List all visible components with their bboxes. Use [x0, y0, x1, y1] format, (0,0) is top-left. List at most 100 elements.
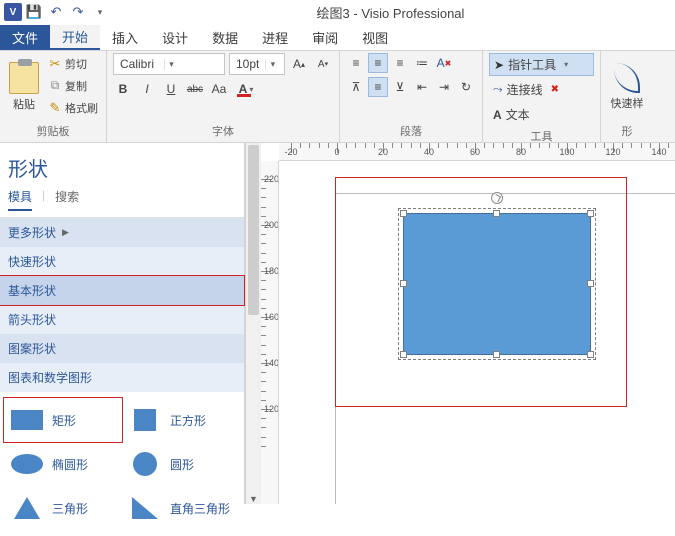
group-clipboard: 粘贴 ✂剪切 ⧉复制 ✎格式刷 剪贴板 [0, 51, 107, 142]
resize-handle-s[interactable] [493, 351, 500, 358]
bullets-button[interactable]: ≔ [412, 53, 432, 73]
redo-button[interactable]: ↷ [68, 2, 88, 22]
drawing-canvas[interactable] [279, 161, 675, 504]
change-case-button[interactable]: Aa [209, 79, 229, 99]
ribbon-tabs: 文件 开始 插入 设计 数据 进程 审阅 视图 [0, 25, 675, 51]
clear-format-button[interactable]: A✖ [434, 53, 454, 73]
shapes-scrollbar[interactable]: ▲ ▼ [245, 143, 261, 504]
shape-rectangle[interactable]: 矩形 [4, 398, 122, 442]
tab-review[interactable]: 审阅 [300, 25, 350, 50]
align-center-button[interactable]: ≡ [368, 53, 388, 73]
stencil-more-shapes[interactable]: 更多形状▶ [0, 218, 244, 247]
shape-gallery: 矩形 正方形 椭圆形 圆形 三角形 直角三角形 [0, 392, 244, 536]
shape-ellipse[interactable]: 椭圆形 [4, 442, 122, 486]
qat-customize[interactable]: ▾ [90, 2, 110, 22]
scroll-down-icon: ▼ [246, 494, 261, 504]
body: 形状 模具 | 搜索 更多形状▶ 快速形状 基本形状 箭头形状 图案形状 图表和… [0, 143, 675, 504]
shape-right-triangle[interactable]: 直角三角形 [122, 486, 240, 530]
clipboard-icon [9, 62, 39, 94]
tab-process[interactable]: 进程 [250, 25, 300, 50]
document-title: 绘图3 - Visio Professional [110, 3, 671, 22]
copy-icon: ⧉ [48, 79, 62, 93]
connector-icon: ⤳ [493, 82, 503, 97]
italic-button[interactable]: I [137, 79, 157, 99]
font-name-combo[interactable]: Calibri▾ [113, 53, 225, 75]
tab-data[interactable]: 数据 [200, 25, 250, 50]
ribbon: 粘贴 ✂剪切 ⧉复制 ✎格式刷 剪贴板 Calibri▾ 10pt▾ A▴ A▾… [0, 51, 675, 143]
resize-handle-e[interactable] [587, 280, 594, 287]
quick-access-toolbar: V 💾 ↶ ↷ ▾ [4, 2, 110, 22]
resize-handle-se[interactable] [587, 351, 594, 358]
circle-icon [133, 452, 157, 476]
indent-inc-button[interactable]: ⇥ [434, 77, 454, 97]
strike-button[interactable]: abc [185, 79, 205, 99]
cursor-icon: ➤ [494, 58, 504, 72]
align-left-button[interactable]: ≡ [346, 53, 366, 73]
bold-button[interactable]: B [113, 79, 133, 99]
tab-file[interactable]: 文件 [0, 25, 50, 50]
rotate-handle[interactable] [491, 192, 503, 204]
resize-handle-w[interactable] [400, 280, 407, 287]
resize-handle-sw[interactable] [400, 351, 407, 358]
tab-home[interactable]: 开始 [50, 25, 100, 50]
align-middle-button[interactable]: ≡ [368, 77, 388, 97]
align-top-button[interactable]: ⊼ [346, 77, 366, 97]
resize-handle-nw[interactable] [400, 210, 407, 217]
save-button[interactable]: 💾 [24, 2, 44, 22]
shape-triangle[interactable]: 三角形 [4, 486, 122, 530]
stencil-pattern-shapes[interactable]: 图案形状 [0, 334, 244, 363]
selected-rectangle-shape[interactable] [403, 213, 591, 355]
connector-tool-button[interactable]: ⤳连接线✖ [489, 78, 594, 101]
app-icon[interactable]: V [4, 3, 22, 21]
scroll-thumb[interactable] [248, 145, 259, 315]
format-painter-button[interactable]: ✎格式刷 [46, 97, 100, 118]
tab-insert[interactable]: 插入 [100, 25, 150, 50]
right-triangle-icon [132, 497, 158, 519]
indent-dec-button[interactable]: ⇤ [412, 77, 432, 97]
shapes-panel-title: 形状 [0, 143, 244, 188]
stencil-arrow-shapes[interactable]: 箭头形状 [0, 305, 244, 334]
shape-circle[interactable]: 圆形 [122, 442, 240, 486]
align-bottom-button[interactable]: ⊻ [390, 77, 410, 97]
font-size-combo[interactable]: 10pt▾ [229, 53, 285, 75]
grow-font-button[interactable]: A▴ [289, 54, 309, 74]
ellipse-icon [11, 454, 43, 474]
shape-square[interactable]: 正方形 [122, 398, 240, 442]
resize-handle-ne[interactable] [587, 210, 594, 217]
cut-button[interactable]: ✂剪切 [46, 53, 100, 74]
text-tool-button[interactable]: A文本 [489, 103, 594, 126]
underline-button[interactable]: U [161, 79, 181, 99]
stencil-basic-shapes[interactable]: 基本形状 [0, 276, 244, 305]
shapes-panel: 形状 模具 | 搜索 更多形状▶ 快速形状 基本形状 箭头形状 图案形状 图表和… [0, 143, 245, 504]
stencil-list: 更多形状▶ 快速形状 基本形状 箭头形状 图案形状 图表和数学图形 [0, 218, 244, 392]
copy-button[interactable]: ⧉复制 [46, 75, 100, 96]
tab-search[interactable]: 搜索 [55, 188, 79, 211]
stencil-chart-shapes[interactable]: 图表和数学图形 [0, 363, 244, 392]
quick-styles-button[interactable]: 快速样 [607, 63, 647, 111]
align-right-button[interactable]: ≡ [390, 53, 410, 73]
tab-design[interactable]: 设计 [150, 25, 200, 50]
resize-handle-n[interactable] [493, 210, 500, 217]
tab-stencils[interactable]: 模具 [8, 188, 32, 211]
rotate-text-button[interactable]: ↻ [456, 77, 476, 97]
scissors-icon: ✂ [48, 57, 62, 71]
group-paragraph-label: 段落 [346, 121, 476, 142]
chevron-down-icon: ▾ [164, 59, 178, 70]
group-font: Calibri▾ 10pt▾ A▴ A▾ B I U abc Aa A▾ 字体 [107, 51, 340, 142]
font-color-button[interactable]: A▾ [233, 79, 259, 99]
canvas-area: -20020406080100120140 220200180160140120 [261, 143, 675, 504]
tab-view[interactable]: 视图 [350, 25, 400, 50]
stencil-quick-shapes[interactable]: 快速形状 [0, 247, 244, 276]
group-shape-styles: 快速样 形 [601, 51, 653, 142]
group-tools: ➤指针工具▾ ⤳连接线✖ A文本 工具 [483, 51, 601, 142]
paste-button[interactable]: 粘贴 [6, 53, 42, 121]
brush-icon: ✎ [48, 101, 62, 115]
group-paragraph: ≡ ≡ ≡ ≔ A✖ ⊼ ≡ ⊻ ⇤ ⇥ ↻ 段落 [340, 51, 483, 142]
title-bar: V 💾 ↶ ↷ ▾ 绘图3 - Visio Professional [0, 0, 675, 25]
undo-button[interactable]: ↶ [46, 2, 66, 22]
rectangle-icon [11, 410, 43, 430]
pointer-tool-button[interactable]: ➤指针工具▾ [489, 53, 594, 76]
text-icon: A [493, 108, 502, 122]
chevron-down-icon: ▾ [265, 59, 279, 70]
shrink-font-button[interactable]: A▾ [313, 54, 333, 74]
